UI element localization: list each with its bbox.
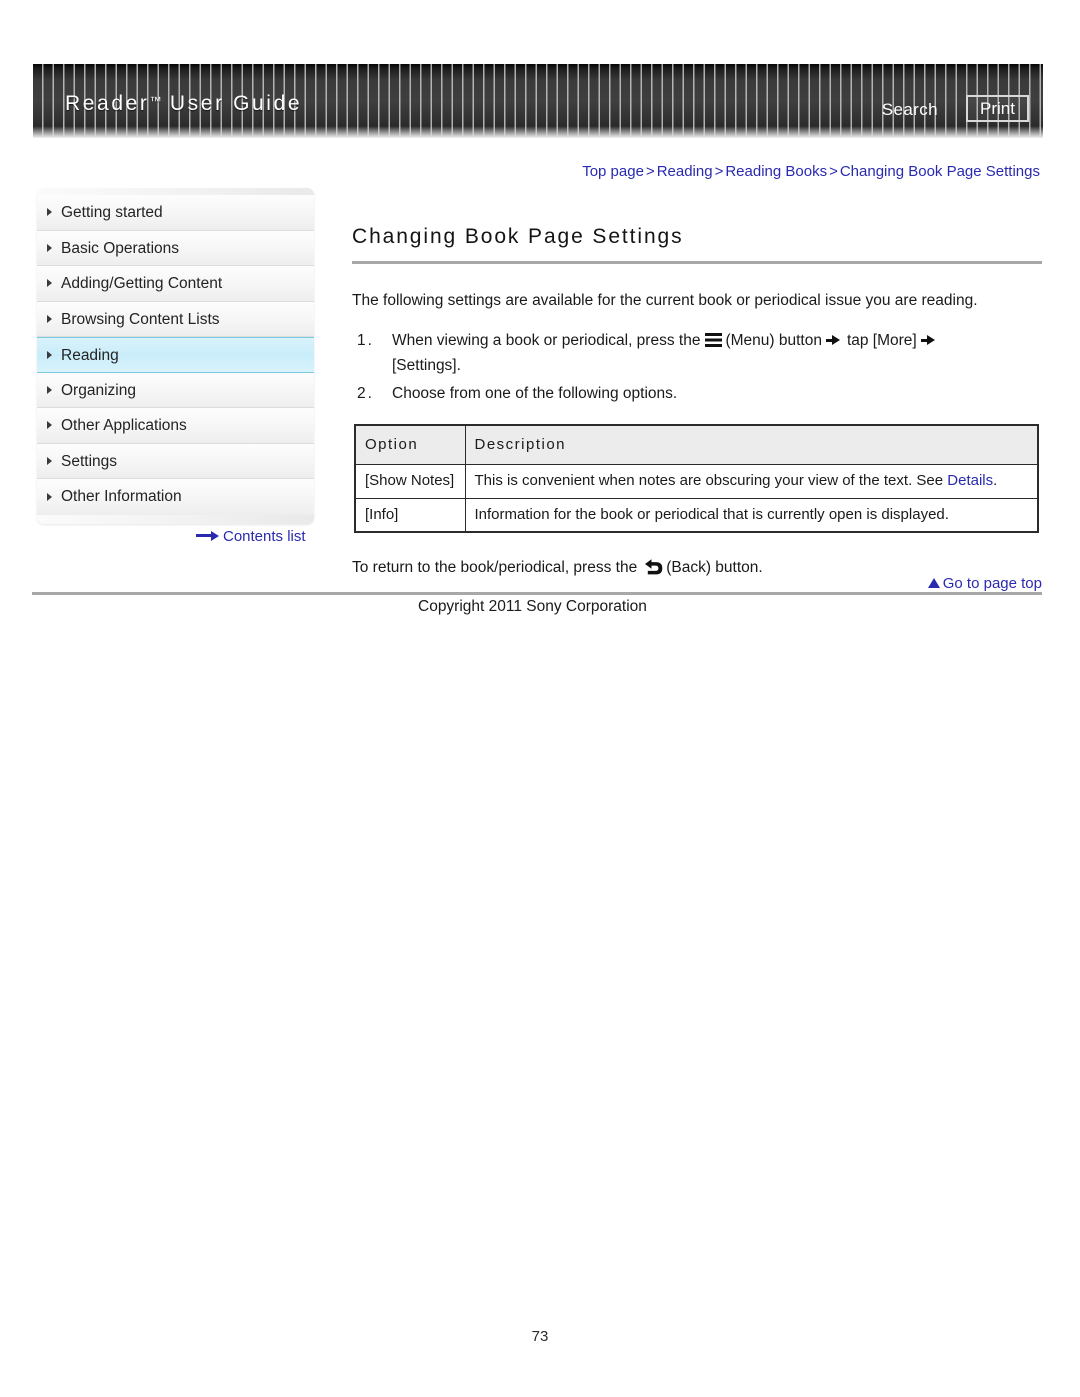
copyright-text: Copyright 2011 Sony Corporation <box>418 598 647 615</box>
sidebar-navigation: Getting started Basic Operations Adding/… <box>37 188 314 524</box>
chevron-right-icon <box>47 279 52 288</box>
table-row: [Info] Information for the book or perio… <box>354 497 1039 533</box>
step-1-text-part1: When viewing a book or periodical, press… <box>392 332 701 350</box>
table-header-description: Description <box>464 424 1039 466</box>
table-cell-description: This is convenient when notes are obscur… <box>464 464 1039 499</box>
site-title: Reader™ User Guide <box>65 92 302 116</box>
search-button[interactable]: Search <box>882 100 938 120</box>
chevron-right-icon <box>47 492 52 501</box>
details-link[interactable]: Details <box>947 472 993 489</box>
options-table: Option Description [Show Notes] This is … <box>354 424 1039 533</box>
sidebar-item-other-applications[interactable]: Other Applications <box>37 408 314 444</box>
sidebar-item-label: Organizing <box>61 381 136 399</box>
page-number: 73 <box>531 1328 549 1345</box>
arrow-right-icon <box>920 335 938 346</box>
chevron-right-icon <box>47 421 52 430</box>
step-2-text: Choose from one of the following options… <box>392 385 678 403</box>
sidebar-item-label: Other Information <box>61 488 182 505</box>
step-1-text-part2: (Menu) button <box>725 332 822 350</box>
description-text: This is convenient when notes are obscur… <box>474 472 948 490</box>
title-divider <box>352 261 1042 264</box>
return-text-part2: (Back) button. <box>666 558 763 576</box>
sidebar-item-adding-getting-content[interactable]: Adding/Getting Content <box>37 266 314 302</box>
back-arrow-icon <box>642 558 663 576</box>
print-button[interactable]: Print <box>966 95 1029 122</box>
triangle-up-icon <box>927 578 940 588</box>
return-text-part1: To return to the book/periodical, press … <box>352 558 638 576</box>
chevron-right-icon <box>47 208 52 217</box>
sidebar-item-label: Reading <box>61 347 119 364</box>
go-to-page-top-link[interactable]: Go to page top <box>927 575 1042 592</box>
contents-list-link[interactable]: Contents list <box>196 528 306 545</box>
main-content: Changing Book Page Settings The followin… <box>352 225 1042 581</box>
contents-list-label: Contents list <box>223 528 306 545</box>
arrow-right-icon <box>825 335 843 346</box>
table-cell-option: [Show Notes] <box>354 464 466 499</box>
description-text: Information for the book or periodical t… <box>474 505 949 523</box>
table-row: [Show Notes] This is convenient when not… <box>354 464 1039 499</box>
step-1-text-part3: tap [More] <box>846 332 917 350</box>
breadcrumb-item-0[interactable]: Top page <box>582 163 644 180</box>
sidebar-item-basic-operations[interactable]: Basic Operations <box>37 230 314 266</box>
arrow-right-icon <box>196 530 220 541</box>
site-header-banner: Reader™ User Guide Search Print <box>33 64 1043 138</box>
go-to-page-top-label: Go to page top <box>942 575 1042 592</box>
site-title-text: Reader <box>65 92 150 115</box>
step-1-number: 1. <box>357 332 374 350</box>
step-2-number: 2. <box>357 385 374 403</box>
sidebar-item-organizing[interactable]: Organizing <box>37 372 314 408</box>
sidebar-item-label: Adding/Getting Content <box>61 275 223 292</box>
breadcrumb-separator-2: > <box>829 163 838 180</box>
sidebar-item-other-information[interactable]: Other Information <box>37 479 314 515</box>
breadcrumb-item-2[interactable]: Reading Books <box>725 163 827 180</box>
sidebar-item-reading[interactable]: Reading <box>37 337 314 373</box>
page-title: Changing Book Page Settings <box>352 225 684 248</box>
table-cell-option: [Info] <box>354 497 466 533</box>
breadcrumb-item-1[interactable]: Reading <box>657 163 713 180</box>
breadcrumb-item-3[interactable]: Changing Book Page Settings <box>840 163 1040 180</box>
sidebar-item-label: Other Applications <box>61 417 187 434</box>
sidebar-item-getting-started[interactable]: Getting started <box>37 195 314 231</box>
sidebar-item-settings[interactable]: Settings <box>37 443 314 479</box>
steps-list: 1. When viewing a book or periodical, pre… <box>352 328 1042 406</box>
sidebar-item-label: Getting started <box>61 204 163 221</box>
table-header-row: Option Description <box>354 424 1039 466</box>
chevron-right-icon <box>47 350 52 359</box>
chevron-right-icon <box>47 385 52 394</box>
intro-paragraph: The following settings are available for… <box>352 292 978 309</box>
chevron-right-icon <box>47 456 52 465</box>
description-tail: . <box>993 472 998 490</box>
trademark-symbol: ™ <box>149 94 162 108</box>
sidebar-item-label: Settings <box>61 452 118 470</box>
chevron-right-icon <box>47 243 52 252</box>
sidebar-item-label: Browsing Content Lists <box>61 310 220 328</box>
sidebar-item-browsing-content-lists[interactable]: Browsing Content Lists <box>37 301 314 337</box>
menu-icon <box>705 333 723 348</box>
table-cell-description: Information for the book or periodical t… <box>464 497 1039 533</box>
step-2: 2. Choose from one of the following optio… <box>352 381 1042 406</box>
step-1-text-part4: [Settings]. <box>392 357 461 375</box>
footer-divider <box>32 592 1042 595</box>
breadcrumb-separator-0: > <box>645 163 655 180</box>
sidebar-item-label: Basic Operations <box>61 239 180 257</box>
step-1: 1. When viewing a book or periodical, pre… <box>352 328 1042 378</box>
chevron-right-icon <box>47 314 52 323</box>
table-header-option: Option <box>354 424 466 466</box>
site-title-suffix: User Guide <box>169 92 303 115</box>
breadcrumb-separator-1: > <box>714 163 724 180</box>
breadcrumb: Top page > Reading > Reading Books > Changing … <box>582 163 1040 180</box>
